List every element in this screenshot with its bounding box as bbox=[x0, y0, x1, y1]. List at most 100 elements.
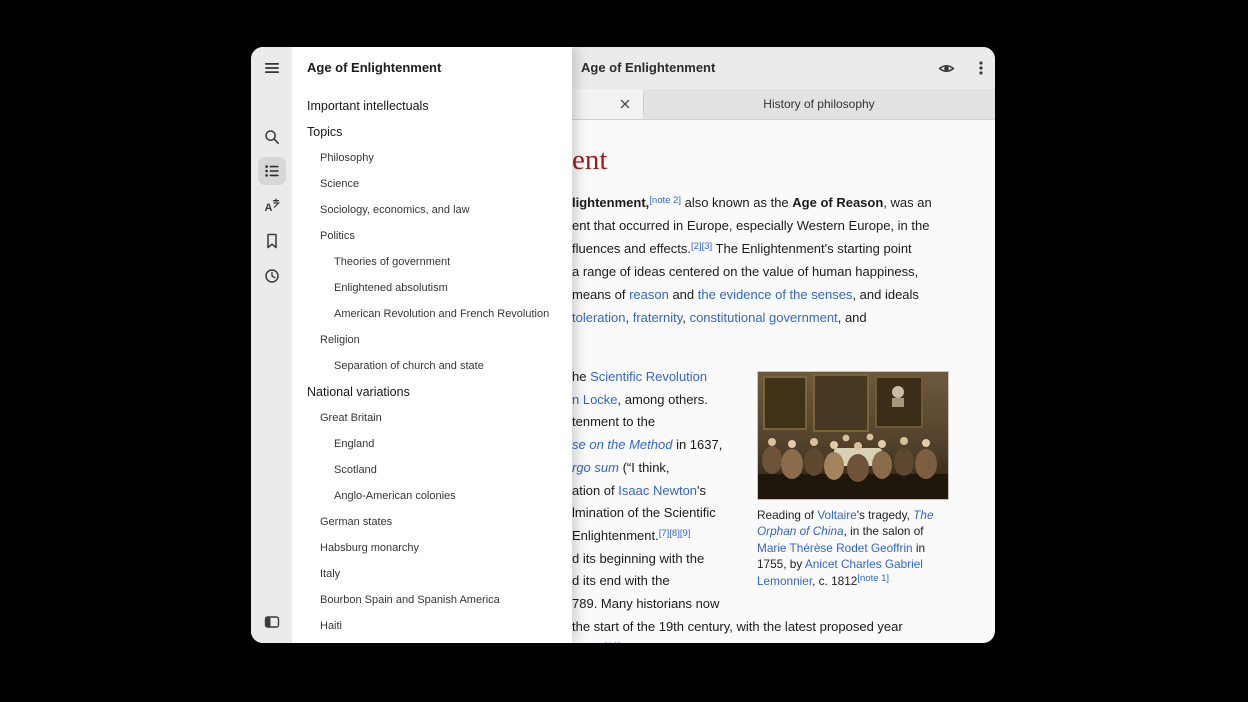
history-button[interactable] bbox=[258, 262, 286, 290]
bookmark-icon bbox=[264, 233, 280, 249]
languages-button[interactable]: A bbox=[258, 192, 286, 220]
wiki-link[interactable]: Voltaire bbox=[817, 508, 856, 522]
wiki-link[interactable]: n Locke bbox=[572, 392, 618, 407]
tab-history-of-philosophy[interactable]: History of philosophy bbox=[643, 89, 995, 119]
text-segment: 's tragedy, bbox=[857, 508, 913, 522]
toc-item[interactable]: Science bbox=[292, 171, 572, 197]
tab-label: History of philosophy bbox=[763, 97, 874, 111]
article-text-line: Enlightenment.[7][8][9] bbox=[572, 524, 690, 549]
left-rail: A bbox=[251, 47, 292, 643]
text-segment: fluences and effects. bbox=[572, 241, 691, 256]
article-text-line: d its beginning with the bbox=[572, 547, 704, 570]
article-text-line: means of reason and the evidence of the … bbox=[572, 283, 919, 306]
wiki-link[interactable]: se on the Method bbox=[572, 437, 672, 452]
article-text-line: toleration, fraternity, constitutional g… bbox=[572, 306, 867, 329]
table-of-contents-button[interactable] bbox=[258, 157, 286, 185]
text-segment: lightenment, bbox=[572, 195, 649, 210]
toc-item[interactable]: Important intellectuals bbox=[292, 93, 572, 119]
toc-item[interactable]: German states bbox=[292, 509, 572, 535]
article-text-line: lmination of the Scientific bbox=[572, 501, 716, 524]
toc-item[interactable]: Italy bbox=[292, 561, 572, 587]
text-segment: also known as the bbox=[681, 195, 792, 210]
main-menu-button[interactable] bbox=[258, 54, 286, 82]
article-text-line: fluences and effects.[2][3] The Enlighte… bbox=[572, 237, 912, 262]
reference-link[interactable]: [note 2] bbox=[649, 195, 681, 206]
article-text-line: a range of ideas centered on the value o… bbox=[572, 260, 918, 283]
text-segment: the start of the 19th century, with the … bbox=[572, 619, 903, 634]
article-text-line: lightenment,[note 2] also known as the A… bbox=[572, 191, 932, 216]
wiki-link[interactable]: fraternity bbox=[633, 310, 683, 325]
toc-item[interactable]: Bourbon Spain and Spanish America bbox=[292, 587, 572, 613]
toc-item[interactable]: Enlightened absolutism bbox=[292, 275, 572, 301]
article-text-line: 1804.[10] bbox=[572, 637, 620, 643]
search-icon bbox=[264, 129, 280, 145]
text-segment: , c. 1812 bbox=[812, 574, 857, 588]
toc-item[interactable]: Philosophy bbox=[292, 145, 572, 171]
article-text-line: he Scientific Revolution bbox=[572, 365, 707, 388]
wiki-link[interactable]: rgo sum bbox=[572, 460, 619, 475]
text-segment: means of bbox=[572, 287, 629, 302]
text-segment: ation of bbox=[572, 483, 618, 498]
wiki-link[interactable]: reason bbox=[629, 287, 669, 302]
toc-item[interactable]: Great Britain bbox=[292, 405, 572, 431]
eye-button[interactable] bbox=[932, 54, 960, 82]
toc-item[interactable]: Sociology, economics, and law bbox=[292, 197, 572, 223]
toc-item[interactable]: Topics bbox=[292, 119, 572, 145]
wiki-link[interactable]: Isaac Newton bbox=[618, 483, 697, 498]
toc-item[interactable]: American Revolution and French Revolutio… bbox=[292, 301, 572, 327]
text-segment: a range of ideas centered on the value o… bbox=[572, 264, 918, 279]
wiki-link[interactable]: Marie Thérèse Rodet Geoffrin bbox=[757, 541, 913, 555]
text-segment: The Enlightenment's starting point bbox=[712, 241, 912, 256]
wiki-link[interactable]: toleration bbox=[572, 310, 625, 325]
toggle-sidebar-button[interactable] bbox=[258, 608, 286, 636]
article-text-line: tenment to the bbox=[572, 410, 655, 433]
wiki-link[interactable]: the evidence of the senses bbox=[698, 287, 853, 302]
article-text-line: n Locke, among others. bbox=[572, 388, 708, 411]
toc-item[interactable]: Haiti bbox=[292, 613, 572, 639]
text-segment: and bbox=[669, 287, 698, 302]
toc-list: Important intellectualsTopicsPhilosophyS… bbox=[292, 93, 572, 639]
tab-close-icon bbox=[620, 99, 630, 109]
article-text-line: 789. Many historians now bbox=[572, 592, 719, 615]
article-text-line: se on the Method in 1637, bbox=[572, 433, 722, 456]
text-segment: , and bbox=[838, 310, 867, 325]
wiki-link[interactable]: Scientific Revolution bbox=[590, 369, 707, 384]
text-segment: , was an bbox=[883, 195, 931, 210]
text-segment: , and ideals bbox=[852, 287, 919, 302]
toc-item[interactable]: Scotland bbox=[292, 457, 572, 483]
kebab-menu-icon bbox=[973, 60, 989, 76]
tab-close-button[interactable] bbox=[616, 95, 634, 113]
text-segment: ent that occurred in Europe, especially … bbox=[572, 218, 929, 233]
article-text-line: the start of the 19th century, with the … bbox=[572, 615, 903, 638]
text-segment: d its end with the bbox=[572, 573, 670, 588]
toc-item[interactable]: Politics bbox=[292, 223, 572, 249]
text-segment: tenment to the bbox=[572, 414, 655, 429]
text-segment: 789. Many historians now bbox=[572, 596, 719, 611]
ordered-list-icon bbox=[264, 163, 280, 179]
reference-link[interactable]: [10] bbox=[605, 641, 621, 643]
reference-link[interactable]: [2][3] bbox=[691, 241, 712, 252]
toc-item[interactable]: Anglo-American colonies bbox=[292, 483, 572, 509]
toc-item[interactable]: Theories of government bbox=[292, 249, 572, 275]
article-text-line: ation of Isaac Newton's bbox=[572, 479, 706, 502]
clock-history-icon bbox=[264, 268, 280, 284]
wiki-link[interactable]: constitutional government bbox=[690, 310, 838, 325]
bookmarks-button[interactable] bbox=[258, 227, 286, 255]
toc-item[interactable]: Separation of church and state bbox=[292, 353, 572, 379]
article-text-line: d its end with the bbox=[572, 569, 670, 592]
language-icon: A bbox=[264, 198, 280, 214]
text-segment: 1804. bbox=[572, 641, 605, 643]
toc-item[interactable]: National variations bbox=[292, 379, 572, 405]
article-text-line: ent that occurred in Europe, especially … bbox=[572, 214, 929, 237]
toc-item[interactable]: Habsburg monarchy bbox=[292, 535, 572, 561]
reference-link[interactable]: [note 1] bbox=[857, 573, 889, 584]
text-segment: , in the salon of bbox=[844, 524, 924, 538]
painting-image[interactable] bbox=[757, 371, 949, 500]
menu-button[interactable] bbox=[967, 54, 995, 82]
toc-item[interactable]: Religion bbox=[292, 327, 572, 353]
article-thumbnail: Reading of Voltaire's tragedy, The Orpha… bbox=[757, 371, 949, 591]
text-segment: d its beginning with the bbox=[572, 551, 704, 566]
toc-item[interactable]: England bbox=[292, 431, 572, 457]
search-button[interactable] bbox=[258, 123, 286, 151]
reference-link[interactable]: [7][8][9] bbox=[659, 528, 691, 539]
